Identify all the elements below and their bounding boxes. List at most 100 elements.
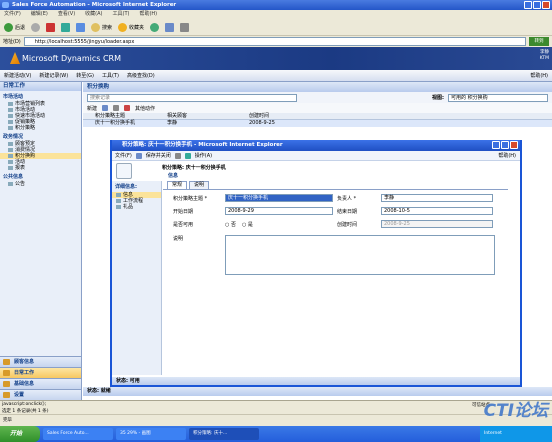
save-icon xyxy=(135,152,142,159)
advanced-find-button[interactable]: 高级查找(D) xyxy=(127,72,155,79)
radio-yes[interactable]: ○ 是 xyxy=(242,221,253,228)
radio-no[interactable]: ○ 否 xyxy=(225,221,236,228)
menu-favorites[interactable]: 收藏(A) xyxy=(85,10,102,19)
print-icon[interactable] xyxy=(113,105,120,111)
nav-gifts[interactable]: 礼品 xyxy=(112,204,161,210)
search-button[interactable]: 搜索 xyxy=(91,22,112,32)
start-date-input[interactable]: 2008-9-29 xyxy=(225,207,333,215)
watermark-logo: CTI论坛 xyxy=(483,401,548,421)
ie-menubar: 文件(F) 编辑(E) 查看(V) 收藏(A) 工具(T) 帮助(H) xyxy=(0,10,552,19)
popup-minimize-button[interactable] xyxy=(492,141,500,149)
announcement-icon xyxy=(8,182,13,186)
windows-taskbar: 开始 Sales Force Auto... 35 29% - 画图 积分策略:… xyxy=(0,426,552,442)
assign-icon[interactable] xyxy=(102,105,109,111)
go-button[interactable]: 转到 xyxy=(529,37,549,46)
nav-section-title: 市场活动 xyxy=(3,94,24,100)
mail-icon[interactable] xyxy=(165,22,175,32)
settings-icon xyxy=(3,392,10,398)
history-icon[interactable] xyxy=(150,22,160,32)
select-all-checkbox[interactable] xyxy=(83,113,95,119)
grid-header: 积分策略主题 相关顾客 创建时间 xyxy=(83,113,552,120)
column-header[interactable]: 相关顾客 xyxy=(167,113,249,119)
subject-input[interactable]: 庆十一积分换手机 xyxy=(225,194,333,202)
taskbar-item-active[interactable]: 积分策略: 庆十... xyxy=(189,428,259,440)
maximize-button[interactable] xyxy=(533,1,541,9)
search-input[interactable]: 搜索记录 xyxy=(87,93,297,102)
owner-lookup[interactable]: 李静 xyxy=(381,194,493,202)
taskbar-item[interactable]: 35 29% - 画图 xyxy=(116,428,186,440)
new-record-button[interactable]: 新建 xyxy=(87,105,97,112)
grid-toolbar: 新建 其他动作 xyxy=(83,103,552,113)
delete-icon[interactable] xyxy=(124,105,131,111)
forward-arrow-icon[interactable] xyxy=(31,22,41,32)
daily-work-icon xyxy=(3,370,10,376)
quick-campaign-icon xyxy=(8,114,13,118)
menu-view[interactable]: 查看(V) xyxy=(58,10,75,19)
save-close-button[interactable]: 保存并关闭 xyxy=(146,152,171,159)
star-icon xyxy=(118,22,128,32)
record-header: 积分策略: 庆十一积分换手机 信息 xyxy=(112,161,520,181)
ie-title-bar: Sales Force Automation - Microsoft Inter… xyxy=(0,0,552,10)
popup-close-button[interactable] xyxy=(510,141,518,149)
menu-tools[interactable]: 工具(T) xyxy=(113,10,130,19)
print-icon[interactable] xyxy=(174,152,181,159)
description-textarea[interactable] xyxy=(225,235,495,275)
product-name: Microsoft Dynamics CRM xyxy=(22,54,121,63)
record-header-sub: 信息 xyxy=(168,173,179,179)
nav-item[interactable]: 公告 xyxy=(0,181,81,187)
window-controls xyxy=(524,1,550,9)
row-checkbox[interactable] xyxy=(83,120,95,127)
ie-done-bar: 完毕 xyxy=(0,414,552,426)
start-button[interactable]: 开始 xyxy=(0,426,40,442)
taskbar-item[interactable]: Sales Force Auto... xyxy=(43,428,113,440)
tools-menu[interactable]: 工具(T) xyxy=(102,72,119,79)
address-input[interactable]: http://localhost:5555/jingyu/loader.aspx xyxy=(23,37,526,46)
workspace-settings[interactable]: 设置 xyxy=(0,389,81,400)
home-icon[interactable] xyxy=(76,22,86,32)
new-activity-menu[interactable]: 新建活动(V) xyxy=(4,72,31,79)
column-header[interactable]: 积分策略主题 xyxy=(95,113,167,119)
basic-info-icon xyxy=(3,381,10,387)
print-icon[interactable] xyxy=(180,22,190,32)
favorites-button[interactable]: 收藏夹 xyxy=(118,22,144,32)
popup-file-menu[interactable]: 文件(F) xyxy=(115,152,132,159)
popup-left-nav: 详细信息: 信息 工作流程 礼品 xyxy=(112,181,162,375)
enabled-label: 是否可用 xyxy=(173,221,194,228)
menu-edit[interactable]: 编辑(E) xyxy=(31,10,48,19)
popup-help-menu[interactable]: 帮助(H) xyxy=(498,152,516,159)
workspace-basic-info[interactable]: 基础信息 xyxy=(0,378,81,389)
owner-label: 负责人 * xyxy=(337,195,357,202)
workspace-buttons: 顾客信息 日常工作 基础信息 设置 xyxy=(0,356,81,400)
tab-notes[interactable]: 说明 xyxy=(189,181,210,189)
refresh-icon[interactable] xyxy=(61,22,71,32)
new-record-menu[interactable]: 新建记录(W) xyxy=(39,72,68,79)
minimize-button[interactable] xyxy=(524,1,532,9)
help-menu[interactable]: 帮助(H) xyxy=(530,72,548,79)
popup-maximize-button[interactable] xyxy=(501,141,509,149)
view-select[interactable]: 可用的 积分换购 xyxy=(448,93,548,102)
popup-title: 积分策略: 庆十一积分换手机 - Microsoft Internet Expl… xyxy=(122,142,283,148)
workspace-customers[interactable]: 顾客信息 xyxy=(0,356,81,367)
goto-menu[interactable]: 转至(G) xyxy=(76,72,94,79)
view-label: 视图: xyxy=(432,95,444,101)
table-row[interactable]: 庆十一积分换手机 李静 2008-9-25 xyxy=(83,120,552,127)
record-type-icon xyxy=(116,163,132,179)
workspace-daily-work[interactable]: 日常工作 xyxy=(0,367,81,378)
more-actions-button[interactable]: 其他动作 xyxy=(135,105,155,112)
end-date-input[interactable]: 2008-10-5 xyxy=(381,207,493,215)
close-button[interactable] xyxy=(542,1,550,9)
nav-header: 日常工作 xyxy=(0,82,81,91)
menu-help[interactable]: 帮助(H) xyxy=(139,10,157,19)
back-arrow-icon xyxy=(4,22,13,32)
stop-icon[interactable] xyxy=(46,22,56,32)
actions-menu[interactable]: 操作(A) xyxy=(195,152,212,159)
report-icon xyxy=(8,166,13,170)
column-header[interactable]: 创建时间 xyxy=(249,113,339,119)
left-navigation: 日常工作 市场活动 市场营销列表 市场活动 快速市场活动 促销策略 积分策略 政… xyxy=(0,82,82,400)
cell-customer: 李静 xyxy=(167,120,178,126)
tab-general[interactable]: 常规 xyxy=(167,181,188,189)
menu-file[interactable]: 文件(F) xyxy=(4,10,21,19)
attach-icon[interactable] xyxy=(184,152,191,159)
back-button[interactable]: 后退 xyxy=(4,22,25,32)
popup-title-bar: 积分策略: 庆十一积分换手机 - Microsoft Internet Expl… xyxy=(112,140,520,151)
